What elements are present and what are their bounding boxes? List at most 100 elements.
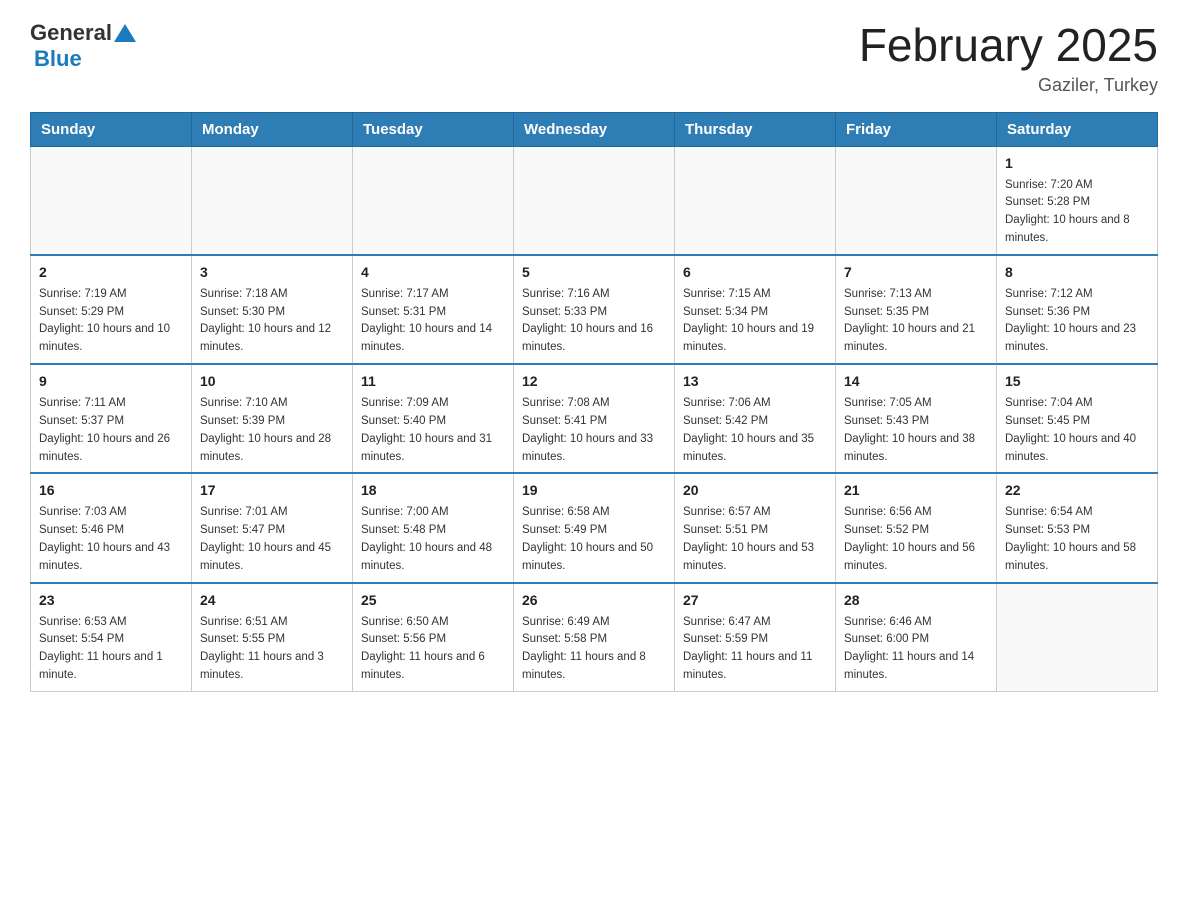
calendar-week-row: 2 Sunrise: 7:19 AMSunset: 5:29 PMDaylight…: [31, 255, 1158, 364]
page-header: General Blue February 2025 Gaziler, Turk…: [30, 20, 1158, 96]
day-info: Sunrise: 7:12 AMSunset: 5:36 PMDaylight:…: [1005, 286, 1149, 357]
calendar-cell: 20 Sunrise: 6:57 AMSunset: 5:51 PMDayligh…: [675, 473, 836, 582]
calendar-week-row: 16 Sunrise: 7:03 AMSunset: 5:46 PMDayligh…: [31, 473, 1158, 582]
logo-blue-text: Blue: [34, 46, 82, 71]
day-info: Sunrise: 7:20 AMSunset: 5:28 PMDaylight:…: [1005, 177, 1149, 248]
day-info: Sunrise: 6:51 AMSunset: 5:55 PMDaylight:…: [200, 614, 344, 685]
day-info: Sunrise: 7:08 AMSunset: 5:41 PMDaylight:…: [522, 395, 666, 466]
day-number: 4: [361, 262, 505, 283]
day-number: 16: [39, 480, 183, 501]
header-saturday: Saturday: [997, 112, 1158, 146]
day-number: 14: [844, 371, 988, 392]
calendar-cell: [675, 146, 836, 255]
day-info: Sunrise: 6:56 AMSunset: 5:52 PMDaylight:…: [844, 504, 988, 575]
day-number: 24: [200, 590, 344, 611]
day-number: 9: [39, 371, 183, 392]
header-wednesday: Wednesday: [514, 112, 675, 146]
day-info: Sunrise: 7:09 AMSunset: 5:40 PMDaylight:…: [361, 395, 505, 466]
calendar-subtitle: Gaziler, Turkey: [859, 75, 1158, 96]
day-info: Sunrise: 7:16 AMSunset: 5:33 PMDaylight:…: [522, 286, 666, 357]
calendar-cell: 12Sunrise: 7:08 AMSunset: 5:41 PMDayligh…: [514, 364, 675, 473]
header-thursday: Thursday: [675, 112, 836, 146]
calendar-cell: 21 Sunrise: 6:56 AMSunset: 5:52 PMDayligh…: [836, 473, 997, 582]
calendar-cell: 16 Sunrise: 7:03 AMSunset: 5:46 PMDayligh…: [31, 473, 192, 582]
header-sunday: Sunday: [31, 112, 192, 146]
calendar-week-row: 23 Sunrise: 6:53 AMSunset: 5:54 PMDayligh…: [31, 583, 1158, 692]
calendar-cell: 28 Sunrise: 6:46 AMSunset: 6:00 PMDayligh…: [836, 583, 997, 692]
calendar-cell: 9 Sunrise: 7:11 AMSunset: 5:37 PMDaylight…: [31, 364, 192, 473]
calendar-cell: 3 Sunrise: 7:18 AMSunset: 5:30 PMDaylight…: [192, 255, 353, 364]
day-info: Sunrise: 6:49 AMSunset: 5:58 PMDaylight:…: [522, 614, 666, 685]
day-number: 15: [1005, 371, 1149, 392]
header-friday: Friday: [836, 112, 997, 146]
calendar-cell: 11 Sunrise: 7:09 AMSunset: 5:40 PMDayligh…: [353, 364, 514, 473]
header-monday: Monday: [192, 112, 353, 146]
weekday-header-row: Sunday Monday Tuesday Wednesday Thursday…: [31, 112, 1158, 146]
calendar-table: Sunday Monday Tuesday Wednesday Thursday…: [30, 112, 1158, 692]
day-info: Sunrise: 7:13 AMSunset: 5:35 PMDaylight:…: [844, 286, 988, 357]
day-info: Sunrise: 6:46 AMSunset: 6:00 PMDaylight:…: [844, 614, 988, 685]
calendar-cell: 27 Sunrise: 6:47 AMSunset: 5:59 PMDayligh…: [675, 583, 836, 692]
calendar-cell: [31, 146, 192, 255]
day-number: 10: [200, 371, 344, 392]
logo-general-text: General: [30, 20, 112, 46]
calendar-cell: 6 Sunrise: 7:15 AMSunset: 5:34 PMDaylight…: [675, 255, 836, 364]
day-info: Sunrise: 7:18 AMSunset: 5:30 PMDaylight:…: [200, 286, 344, 357]
day-number: 25: [361, 590, 505, 611]
day-info: Sunrise: 7:11 AMSunset: 5:37 PMDaylight:…: [39, 395, 183, 466]
calendar-cell: 8Sunrise: 7:12 AMSunset: 5:36 PMDaylight…: [997, 255, 1158, 364]
day-number: 20: [683, 480, 827, 501]
logo-triangle-icon: [114, 24, 136, 42]
day-number: 27: [683, 590, 827, 611]
calendar-cell: [997, 583, 1158, 692]
calendar-cell: 23 Sunrise: 6:53 AMSunset: 5:54 PMDayligh…: [31, 583, 192, 692]
day-info: Sunrise: 7:19 AMSunset: 5:29 PMDaylight:…: [39, 286, 183, 357]
day-info: Sunrise: 6:58 AMSunset: 5:49 PMDaylight:…: [522, 504, 666, 575]
day-info: Sunrise: 7:17 AMSunset: 5:31 PMDaylight:…: [361, 286, 505, 357]
title-block: February 2025 Gaziler, Turkey: [859, 20, 1158, 96]
calendar-cell: 7 Sunrise: 7:13 AMSunset: 5:35 PMDaylight…: [836, 255, 997, 364]
calendar-cell: 14 Sunrise: 7:05 AMSunset: 5:43 PMDayligh…: [836, 364, 997, 473]
day-info: Sunrise: 7:04 AMSunset: 5:45 PMDaylight:…: [1005, 395, 1149, 466]
day-number: 13: [683, 371, 827, 392]
day-number: 6: [683, 262, 827, 283]
day-number: 18: [361, 480, 505, 501]
calendar-cell: 5Sunrise: 7:16 AMSunset: 5:33 PMDaylight…: [514, 255, 675, 364]
day-info: Sunrise: 7:01 AMSunset: 5:47 PMDaylight:…: [200, 504, 344, 575]
day-info: Sunrise: 7:03 AMSunset: 5:46 PMDaylight:…: [39, 504, 183, 575]
day-number: 11: [361, 371, 505, 392]
calendar-cell: 1 Sunrise: 7:20 AMSunset: 5:28 PMDaylight…: [997, 146, 1158, 255]
day-number: 17: [200, 480, 344, 501]
day-number: 23: [39, 590, 183, 611]
day-info: Sunrise: 6:53 AMSunset: 5:54 PMDaylight:…: [39, 614, 183, 685]
day-number: 26: [522, 590, 666, 611]
day-number: 21: [844, 480, 988, 501]
calendar-cell: [836, 146, 997, 255]
logo: General Blue: [30, 20, 136, 72]
calendar-cell: 17 Sunrise: 7:01 AMSunset: 5:47 PMDayligh…: [192, 473, 353, 582]
header-tuesday: Tuesday: [353, 112, 514, 146]
calendar-cell: 18Sunrise: 7:00 AMSunset: 5:48 PMDayligh…: [353, 473, 514, 582]
day-number: 3: [200, 262, 344, 283]
calendar-cell: 26 Sunrise: 6:49 AMSunset: 5:58 PMDayligh…: [514, 583, 675, 692]
calendar-cell: [192, 146, 353, 255]
day-number: 28: [844, 590, 988, 611]
day-number: 7: [844, 262, 988, 283]
calendar-cell: 4 Sunrise: 7:17 AMSunset: 5:31 PMDaylight…: [353, 255, 514, 364]
day-info: Sunrise: 6:47 AMSunset: 5:59 PMDaylight:…: [683, 614, 827, 685]
day-number: 22: [1005, 480, 1149, 501]
day-info: Sunrise: 7:15 AMSunset: 5:34 PMDaylight:…: [683, 286, 827, 357]
day-number: 19: [522, 480, 666, 501]
calendar-cell: 10Sunrise: 7:10 AMSunset: 5:39 PMDayligh…: [192, 364, 353, 473]
day-info: Sunrise: 6:57 AMSunset: 5:51 PMDaylight:…: [683, 504, 827, 575]
day-number: 2: [39, 262, 183, 283]
day-number: 1: [1005, 153, 1149, 174]
calendar-cell: [514, 146, 675, 255]
day-info: Sunrise: 6:50 AMSunset: 5:56 PMDaylight:…: [361, 614, 505, 685]
calendar-title: February 2025: [859, 20, 1158, 71]
calendar-cell: [353, 146, 514, 255]
day-info: Sunrise: 7:05 AMSunset: 5:43 PMDaylight:…: [844, 395, 988, 466]
calendar-cell: 25 Sunrise: 6:50 AMSunset: 5:56 PMDayligh…: [353, 583, 514, 692]
calendar-cell: 22Sunrise: 6:54 AMSunset: 5:53 PMDayligh…: [997, 473, 1158, 582]
day-info: Sunrise: 7:06 AMSunset: 5:42 PMDaylight:…: [683, 395, 827, 466]
